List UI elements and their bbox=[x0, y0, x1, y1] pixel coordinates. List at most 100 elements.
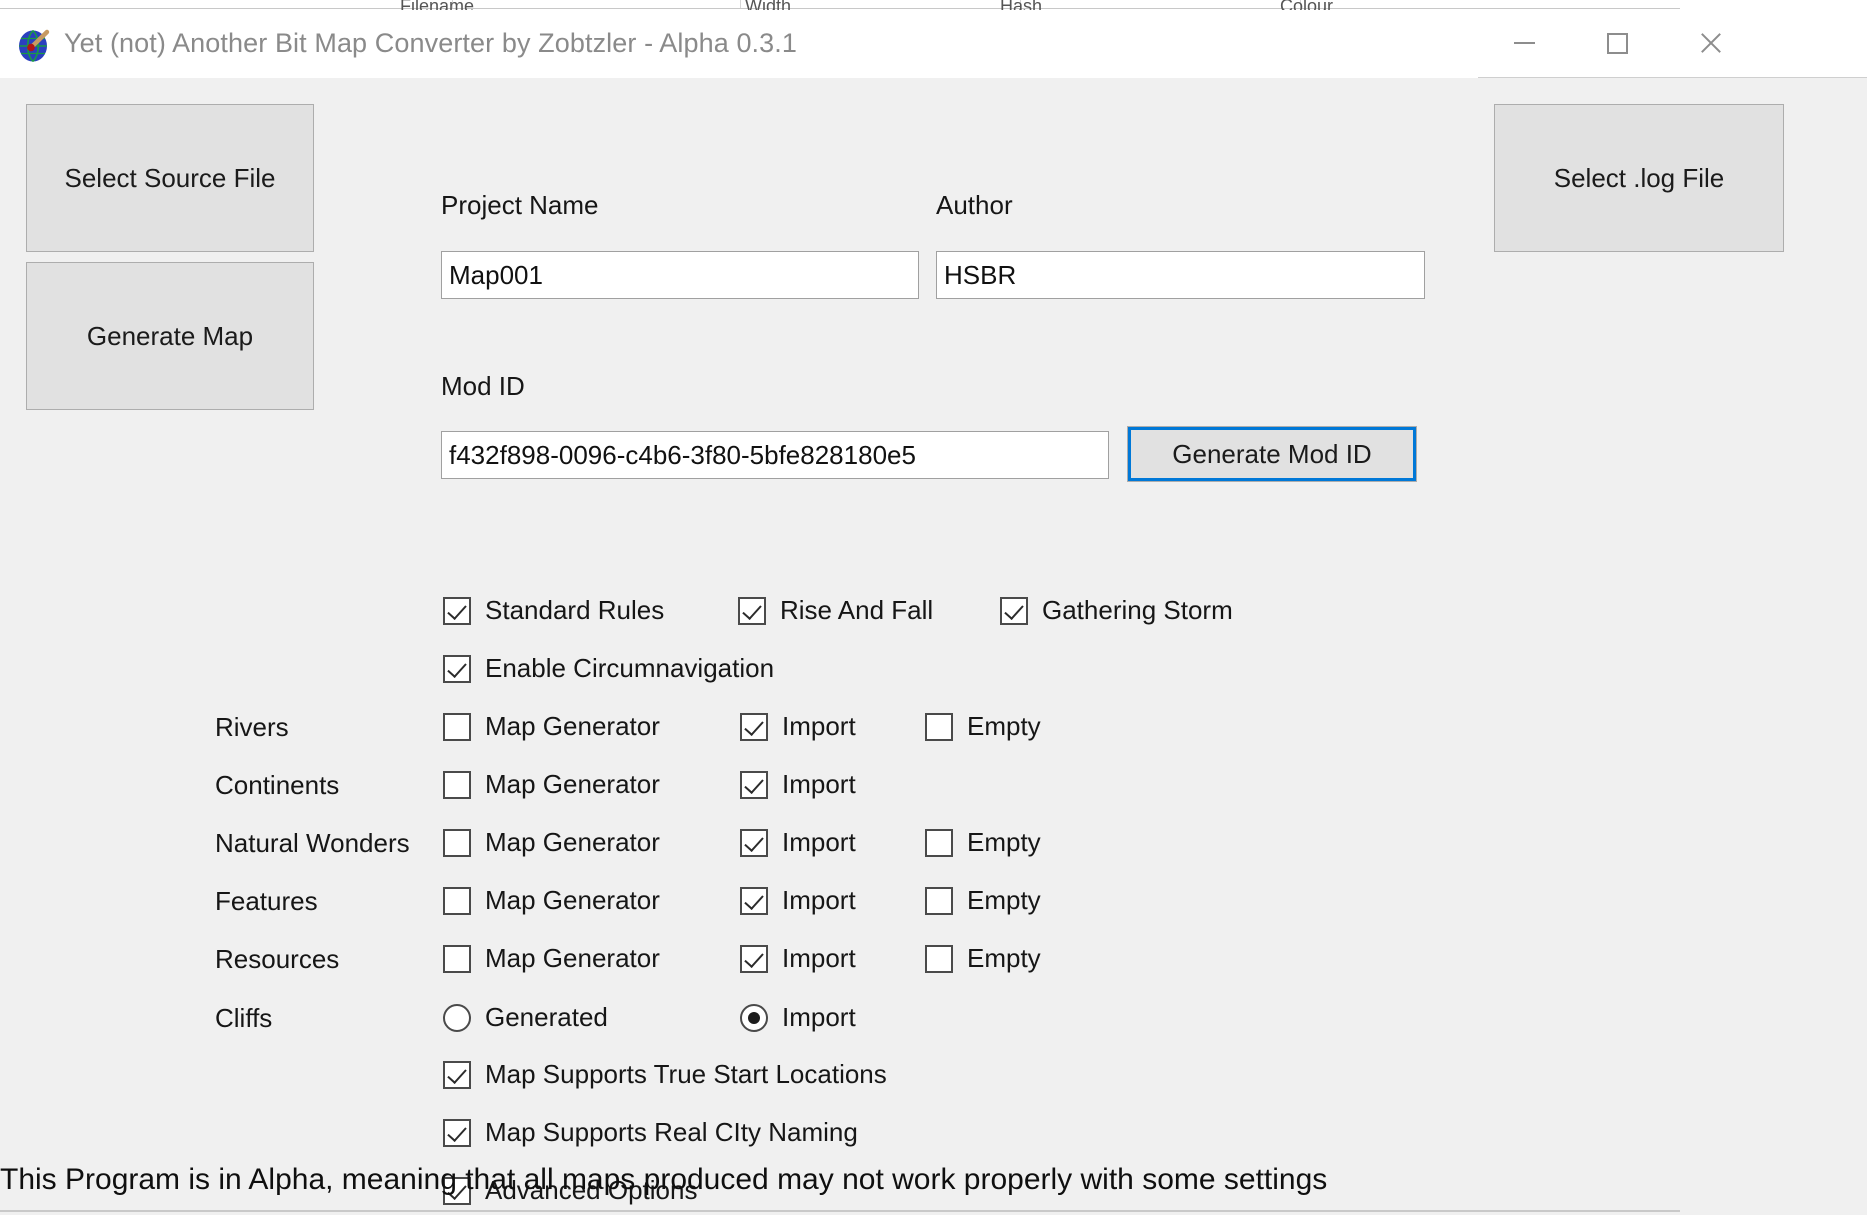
checkbox-label: Map Generator bbox=[485, 943, 660, 973]
radio-label: Generated bbox=[485, 1002, 608, 1032]
background-column-separator bbox=[740, 0, 741, 8]
checkbox-box bbox=[443, 770, 471, 799]
maximize-icon bbox=[1607, 32, 1628, 54]
globe-icon bbox=[16, 26, 54, 64]
checkbox-features-map-generator[interactable]: Map Generator bbox=[443, 885, 660, 916]
checkbox-features-empty[interactable]: Empty bbox=[925, 885, 1041, 916]
checkbox-box bbox=[740, 944, 768, 973]
checkbox-label: Import bbox=[782, 711, 856, 741]
client-area: Select Source File Generate Map Select .… bbox=[0, 78, 1867, 1215]
checkbox-box bbox=[925, 712, 953, 741]
checkbox-box bbox=[443, 944, 471, 973]
row-label-features: Features bbox=[215, 886, 318, 916]
radio-cliffs-generated[interactable]: Generated bbox=[443, 1002, 608, 1033]
checkbox-box bbox=[443, 596, 471, 625]
checkbox-label: Map Supports True Start Locations bbox=[485, 1059, 887, 1089]
project-name-input[interactable]: Map001 bbox=[441, 251, 919, 299]
checkbox-label: Empty bbox=[967, 943, 1041, 973]
checkbox-label: Import bbox=[782, 885, 856, 915]
checkbox-box bbox=[925, 944, 953, 973]
checkbox-features-import[interactable]: Import bbox=[740, 885, 856, 916]
minimize-icon bbox=[1514, 42, 1535, 44]
checkbox-continents-import[interactable]: Import bbox=[740, 769, 856, 800]
checkbox-map-supports-real-city-naming[interactable]: Map Supports Real CIty Naming bbox=[443, 1117, 858, 1148]
checkbox-label: Import bbox=[782, 827, 856, 857]
checkbox-label: Map Supports Real CIty Naming bbox=[485, 1117, 858, 1147]
alpha-warning-text: This Program is in Alpha, meaning that a… bbox=[0, 1163, 1328, 1196]
radio-label: Import bbox=[782, 1002, 856, 1032]
checkbox-natural-wonders-import[interactable]: Import bbox=[740, 827, 856, 858]
background-window-peek: Filename Width Hash Colour bbox=[0, 0, 1867, 10]
checkbox-box bbox=[443, 1118, 471, 1147]
checkbox-box bbox=[443, 1060, 471, 1089]
window-title: Yet (not) Another Bit Map Converter by Z… bbox=[64, 28, 797, 58]
row-label-cliffs: Cliffs bbox=[215, 1003, 273, 1033]
checkbox-resources-import[interactable]: Import bbox=[740, 943, 856, 974]
checkbox-box bbox=[443, 828, 471, 857]
checkbox-standard-rules[interactable]: Standard Rules bbox=[443, 595, 664, 626]
checkbox-label: Empty bbox=[967, 885, 1041, 915]
radio-circle bbox=[443, 1003, 471, 1032]
mod-id-label: Mod ID bbox=[441, 371, 525, 401]
close-button[interactable] bbox=[1664, 10, 1757, 76]
row-label-continents: Continents bbox=[215, 770, 340, 800]
checkbox-label: Map Generator bbox=[485, 711, 660, 741]
checkbox-label: Gathering Storm bbox=[1042, 595, 1233, 625]
checkbox-box bbox=[1000, 596, 1028, 625]
checkbox-label: Empty bbox=[967, 711, 1041, 741]
checkbox-continents-map-generator[interactable]: Map Generator bbox=[443, 769, 660, 800]
checkbox-natural-wonders-map-generator[interactable]: Map Generator bbox=[443, 827, 660, 858]
checkbox-natural-wonders-empty[interactable]: Empty bbox=[925, 827, 1041, 858]
select-log-file-button[interactable]: Select .log File bbox=[1494, 104, 1784, 252]
radio-circle bbox=[740, 1003, 768, 1032]
checkbox-label: Standard Rules bbox=[485, 595, 665, 625]
row-label-natural-wonders: Natural Wonders bbox=[215, 828, 410, 858]
checkbox-box bbox=[740, 770, 768, 799]
checkbox-rivers-empty[interactable]: Empty bbox=[925, 711, 1041, 742]
client-bottom-divider bbox=[0, 1210, 1680, 1212]
checkbox-box bbox=[740, 886, 768, 915]
project-name-label: Project Name bbox=[441, 190, 599, 220]
checkbox-box bbox=[740, 712, 768, 741]
background-divider bbox=[0, 8, 1680, 9]
checkbox-gathering-storm[interactable]: Gathering Storm bbox=[1000, 595, 1233, 626]
background-column-header: Colour bbox=[1280, 0, 1334, 10]
author-label: Author bbox=[936, 190, 1013, 220]
row-label-resources: Resources bbox=[215, 944, 340, 974]
row-label-rivers: Rivers bbox=[215, 712, 289, 742]
maximize-button[interactable] bbox=[1571, 10, 1664, 76]
checkbox-resources-map-generator[interactable]: Map Generator bbox=[443, 943, 660, 974]
generate-mod-id-button[interactable]: Generate Mod ID bbox=[1127, 426, 1417, 482]
checkbox-rise-and-fall[interactable]: Rise And Fall bbox=[738, 595, 933, 626]
checkbox-box bbox=[925, 886, 953, 915]
generate-map-button[interactable]: Generate Map bbox=[26, 262, 314, 410]
checkbox-rivers-import[interactable]: Import bbox=[740, 711, 856, 742]
checkbox-map-supports-true-start-locations[interactable]: Map Supports True Start Locations bbox=[443, 1059, 887, 1090]
checkbox-box bbox=[443, 654, 471, 683]
background-column-header: Width bbox=[745, 0, 792, 10]
checkbox-label: Map Generator bbox=[485, 885, 660, 915]
checkbox-rivers-map-generator[interactable]: Map Generator bbox=[443, 711, 660, 742]
checkbox-label: Map Generator bbox=[485, 827, 660, 857]
background-column-header: Hash bbox=[1000, 0, 1043, 10]
checkbox-box bbox=[740, 828, 768, 857]
checkbox-resources-empty[interactable]: Empty bbox=[925, 943, 1041, 974]
checkbox-box bbox=[443, 712, 471, 741]
checkbox-label: Import bbox=[782, 943, 856, 973]
checkbox-label: Enable Circumnavigation bbox=[485, 653, 775, 683]
radio-cliffs-import[interactable]: Import bbox=[740, 1002, 856, 1033]
checkbox-label: Rise And Fall bbox=[780, 595, 934, 625]
checkbox-label: Import bbox=[782, 769, 856, 799]
author-input[interactable]: HSBR bbox=[936, 251, 1425, 299]
select-source-file-button[interactable]: Select Source File bbox=[26, 104, 314, 252]
title-bar[interactable]: Yet (not) Another Bit Map Converter by Z… bbox=[0, 10, 1867, 78]
close-icon bbox=[1698, 30, 1724, 56]
minimize-button[interactable] bbox=[1478, 10, 1571, 76]
checkbox-box bbox=[738, 596, 766, 625]
checkbox-label: Map Generator bbox=[485, 769, 660, 799]
checkbox-box bbox=[443, 886, 471, 915]
checkbox-enable-circumnavigation[interactable]: Enable Circumnavigation bbox=[443, 653, 774, 684]
mod-id-input[interactable]: f432f898-0096-c4b6-3f80-5bfe828180e5 bbox=[441, 431, 1109, 479]
application-window: Yet (not) Another Bit Map Converter by Z… bbox=[0, 10, 1867, 1215]
checkbox-label: Empty bbox=[967, 827, 1041, 857]
